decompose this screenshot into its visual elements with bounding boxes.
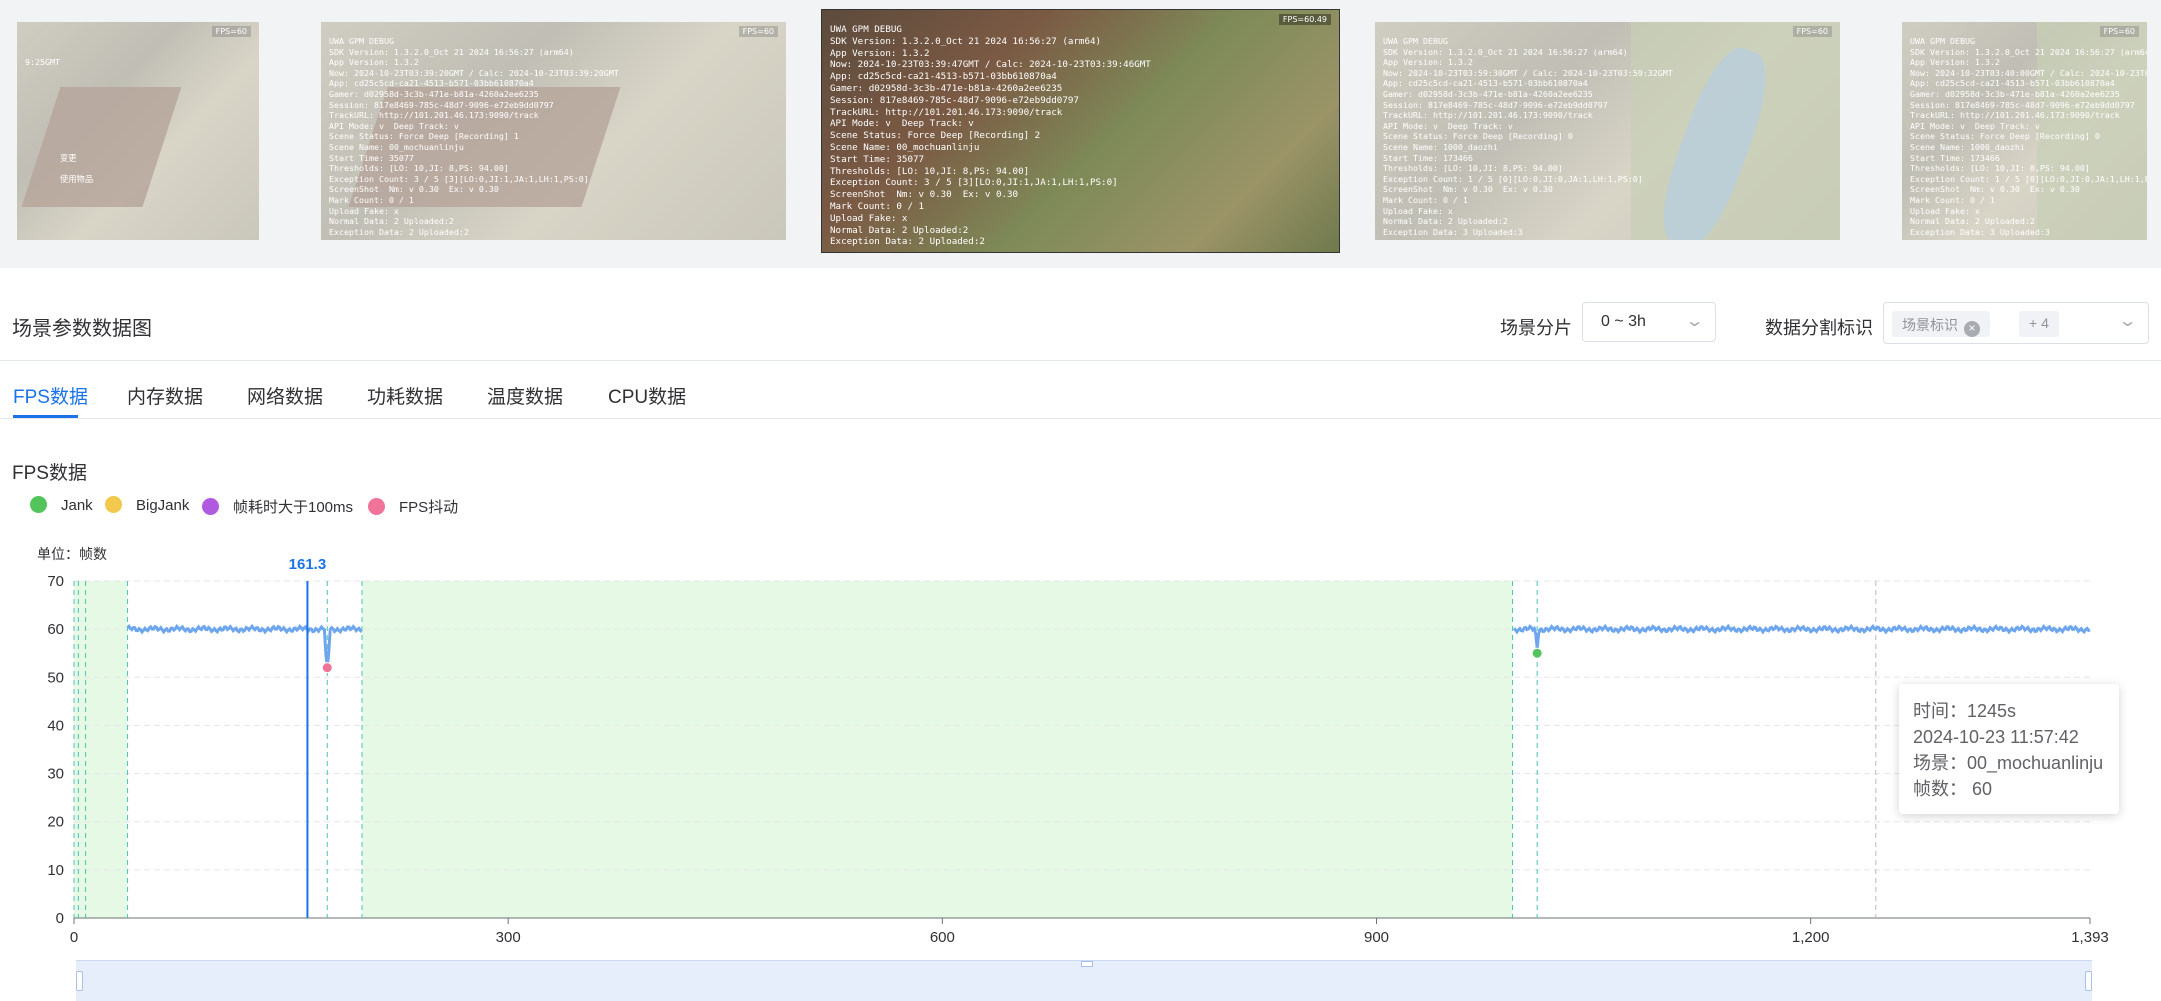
screenshot-thumb-5[interactable]: UWA GPM DEBUG SDK Version: 1.3.2.0_Oct 2… bbox=[1902, 22, 2147, 240]
fps-series-line-0 bbox=[126, 623, 363, 668]
y-tick-label-70: 70 bbox=[47, 573, 64, 590]
y-tick-label-60: 60 bbox=[47, 621, 64, 638]
screenshot-2-fps: FPS=60 bbox=[738, 26, 778, 37]
legend-fps-jitter-dot bbox=[368, 498, 385, 515]
fps-line-chart[interactable]: 0 10 20 30 40 50 60 70 0 300 600 900 1,200 1,393 161.3 bbox=[0, 540, 2161, 960]
tab-fps[interactable]: FPS数据 bbox=[13, 382, 88, 409]
screenshot-4-fps: FPS=60 bbox=[1792, 26, 1832, 37]
legend-frame-over-100ms-dot bbox=[202, 498, 219, 515]
screenshot-thumb-2[interactable]: UWA GPM DEBUG SDK Version: 1.3.2.0_Oct 2… bbox=[321, 22, 786, 240]
data-zoom-slider[interactable] bbox=[76, 960, 2092, 1001]
tab-cpu[interactable]: CPU数据 bbox=[608, 382, 686, 409]
screenshot-1-debug-text: 9:25GMT 变更 使用物品 bbox=[25, 57, 94, 184]
screenshot-3-fps: FPS=60.49 bbox=[1278, 14, 1331, 25]
x-tick-label-1: 300 bbox=[496, 929, 521, 946]
screenshot-thumb-3-selected[interactable]: UWA GPM DEBUG SDK Version: 1.3.2.0_Oct 2… bbox=[822, 10, 1339, 252]
chevron-down-icon: ⌄ bbox=[2117, 313, 2138, 330]
shaded-region-0 bbox=[74, 581, 128, 918]
legend-jank[interactable]: Jank bbox=[30, 496, 93, 514]
split-more-tag: + 4 bbox=[2019, 311, 2059, 337]
screenshot-4-debug-text: UWA GPM DEBUG SDK Version: 1.3.2.0_Oct 2… bbox=[1383, 36, 1673, 237]
cursor-label: 161.3 bbox=[289, 556, 327, 573]
y-tick-label-40: 40 bbox=[47, 717, 64, 734]
chart-header-bar: 场景参数数据图 场景分片 0 ~ 3h ⌄ 数据分割标识 场景标识 × + 4 ⌄ bbox=[0, 288, 2161, 361]
screenshot-thumb-4[interactable]: UWA GPM DEBUG SDK Version: 1.3.2.0_Oct 2… bbox=[1375, 22, 1840, 240]
legend-jank-label: Jank bbox=[61, 497, 93, 514]
legend-jank-dot bbox=[30, 496, 47, 513]
data-tabs: FPS数据 内存数据 网络数据 功耗数据 温度数据 CPU数据 bbox=[0, 360, 2161, 419]
y-tick-label-10: 10 bbox=[47, 862, 64, 879]
split-tag-label: 场景标识 bbox=[1902, 317, 1958, 333]
screenshot-3-debug-text: UWA GPM DEBUG SDK Version: 1.3.2.0_Oct 2… bbox=[830, 24, 1151, 248]
shaded-region-1 bbox=[362, 581, 1513, 918]
y-tick-label-20: 20 bbox=[47, 814, 64, 831]
screenshot-strip: 9:25GMT 变更 使用物品 FPS=60 UWA GPM DEBUG SDK… bbox=[0, 0, 2161, 268]
legend-frame-over-100ms[interactable]: 帧耗时大于100ms bbox=[202, 496, 353, 517]
screenshot-5-debug-text: UWA GPM DEBUG SDK Version: 1.3.2.0_Oct 2… bbox=[1910, 36, 2147, 237]
page-title: 场景参数数据图 bbox=[12, 318, 152, 340]
zoom-handle-grip[interactable] bbox=[1081, 961, 1093, 967]
tooltip-scene: 场景：00_mochuanlinju bbox=[1913, 753, 2104, 773]
x-tick-label-0: 0 bbox=[70, 929, 78, 946]
event-marker-jank bbox=[1531, 647, 1543, 659]
scene-slice-value: 0 ~ 3h bbox=[1601, 313, 1646, 330]
zoom-handle-right[interactable] bbox=[2085, 971, 2092, 991]
event-marker-fps抖动 bbox=[321, 662, 333, 674]
x-tick-label-3: 900 bbox=[1364, 929, 1389, 946]
tab-network[interactable]: 网络数据 bbox=[247, 382, 323, 409]
screenshot-2-debug-text: UWA GPM DEBUG SDK Version: 1.3.2.0_Oct 2… bbox=[329, 36, 619, 237]
legend-bigjank[interactable]: BigJank bbox=[105, 496, 189, 514]
chevron-down-icon: ⌄ bbox=[1684, 313, 1705, 330]
y-tick-label-30: 30 bbox=[47, 766, 64, 783]
chart-title: FPS数据 bbox=[12, 463, 87, 484]
active-tab-indicator bbox=[13, 415, 78, 418]
tooltip-fps: 帧数： 60 bbox=[1913, 779, 1993, 799]
y-tick-label-0: 0 bbox=[56, 910, 64, 927]
y-tick-label-50: 50 bbox=[47, 669, 64, 686]
zoom-handle-left[interactable] bbox=[76, 971, 83, 991]
screenshot-1-fps: FPS=60 bbox=[211, 26, 251, 37]
x-tick-label-5: 1,393 bbox=[2071, 929, 2109, 946]
legend-fps-jitter-label: FPS抖动 bbox=[399, 499, 459, 516]
chart-tooltip: 时间：1245s 2024-10-23 11:57:42 场景：00_mochu… bbox=[1899, 684, 2119, 814]
split-marker-select[interactable]: 场景标识 × + 4 ⌄ bbox=[1883, 302, 2149, 344]
scene-slice-label: 场景分片 bbox=[1500, 318, 1572, 338]
legend-bigjank-label: BigJank bbox=[136, 497, 190, 514]
screenshot-thumb-1[interactable]: 9:25GMT 变更 使用物品 FPS=60 bbox=[17, 22, 259, 240]
tooltip-datetime: 2024-10-23 11:57:42 bbox=[1913, 727, 2079, 747]
tab-memory[interactable]: 内存数据 bbox=[127, 382, 203, 409]
tab-power[interactable]: 功耗数据 bbox=[367, 382, 443, 409]
x-tick-label-2: 600 bbox=[930, 929, 955, 946]
tooltip-time: 时间：1245s bbox=[1913, 701, 2017, 721]
x-tick-label-4: 1,200 bbox=[1792, 929, 1830, 946]
scene-slice-select[interactable]: 0 ~ 3h ⌄ bbox=[1582, 302, 1716, 342]
split-marker-label: 数据分割标识 bbox=[1765, 318, 1873, 338]
tag-close-icon[interactable]: × bbox=[1964, 321, 1980, 337]
legend-frame-over-100ms-label: 帧耗时大于100ms bbox=[233, 499, 354, 516]
split-tag: 场景标识 × bbox=[1892, 311, 1990, 337]
legend-bigjank-dot bbox=[105, 496, 122, 513]
legend-fps-jitter[interactable]: FPS抖动 bbox=[368, 496, 458, 517]
screenshot-5-fps: FPS=60 bbox=[2099, 26, 2139, 37]
tab-temperature[interactable]: 温度数据 bbox=[487, 382, 563, 409]
fps-series-line-1 bbox=[1512, 623, 2091, 649]
